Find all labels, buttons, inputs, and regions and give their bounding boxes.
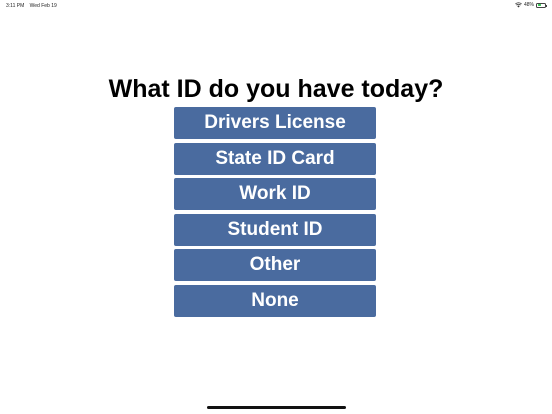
battery-percent: 48%: [523, 2, 534, 8]
student-id-button[interactable]: Student ID: [174, 213, 376, 246]
app-screen: 3:11 PM Wed Feb 19 48% What ID do you ha…: [0, 0, 552, 414]
status-bar: 3:11 PM Wed Feb 19 48%: [0, 0, 552, 12]
id-options-list: Drivers License State ID Card Work ID Stude…: [174, 107, 376, 320]
wifi-icon: [515, 2, 522, 8]
status-left: 3:11 PM Wed Feb 19: [6, 3, 61, 9]
status-time: 3:11 PM: [6, 3, 25, 9]
state-id-card-button[interactable]: State ID Card: [174, 142, 376, 175]
battery-icon: [536, 2, 547, 8]
other-button[interactable]: Other: [174, 249, 376, 281]
status-right: 48%: [515, 2, 547, 8]
status-date: Wed Feb 19: [29, 3, 57, 9]
home-indicator[interactable]: [207, 406, 346, 409]
drivers-license-button[interactable]: Drivers License: [174, 107, 376, 139]
none-button[interactable]: None: [174, 284, 376, 317]
battery-fill: [537, 4, 542, 7]
page-title: What ID do you have today?: [108, 75, 444, 103]
work-id-button[interactable]: Work ID: [174, 178, 376, 210]
